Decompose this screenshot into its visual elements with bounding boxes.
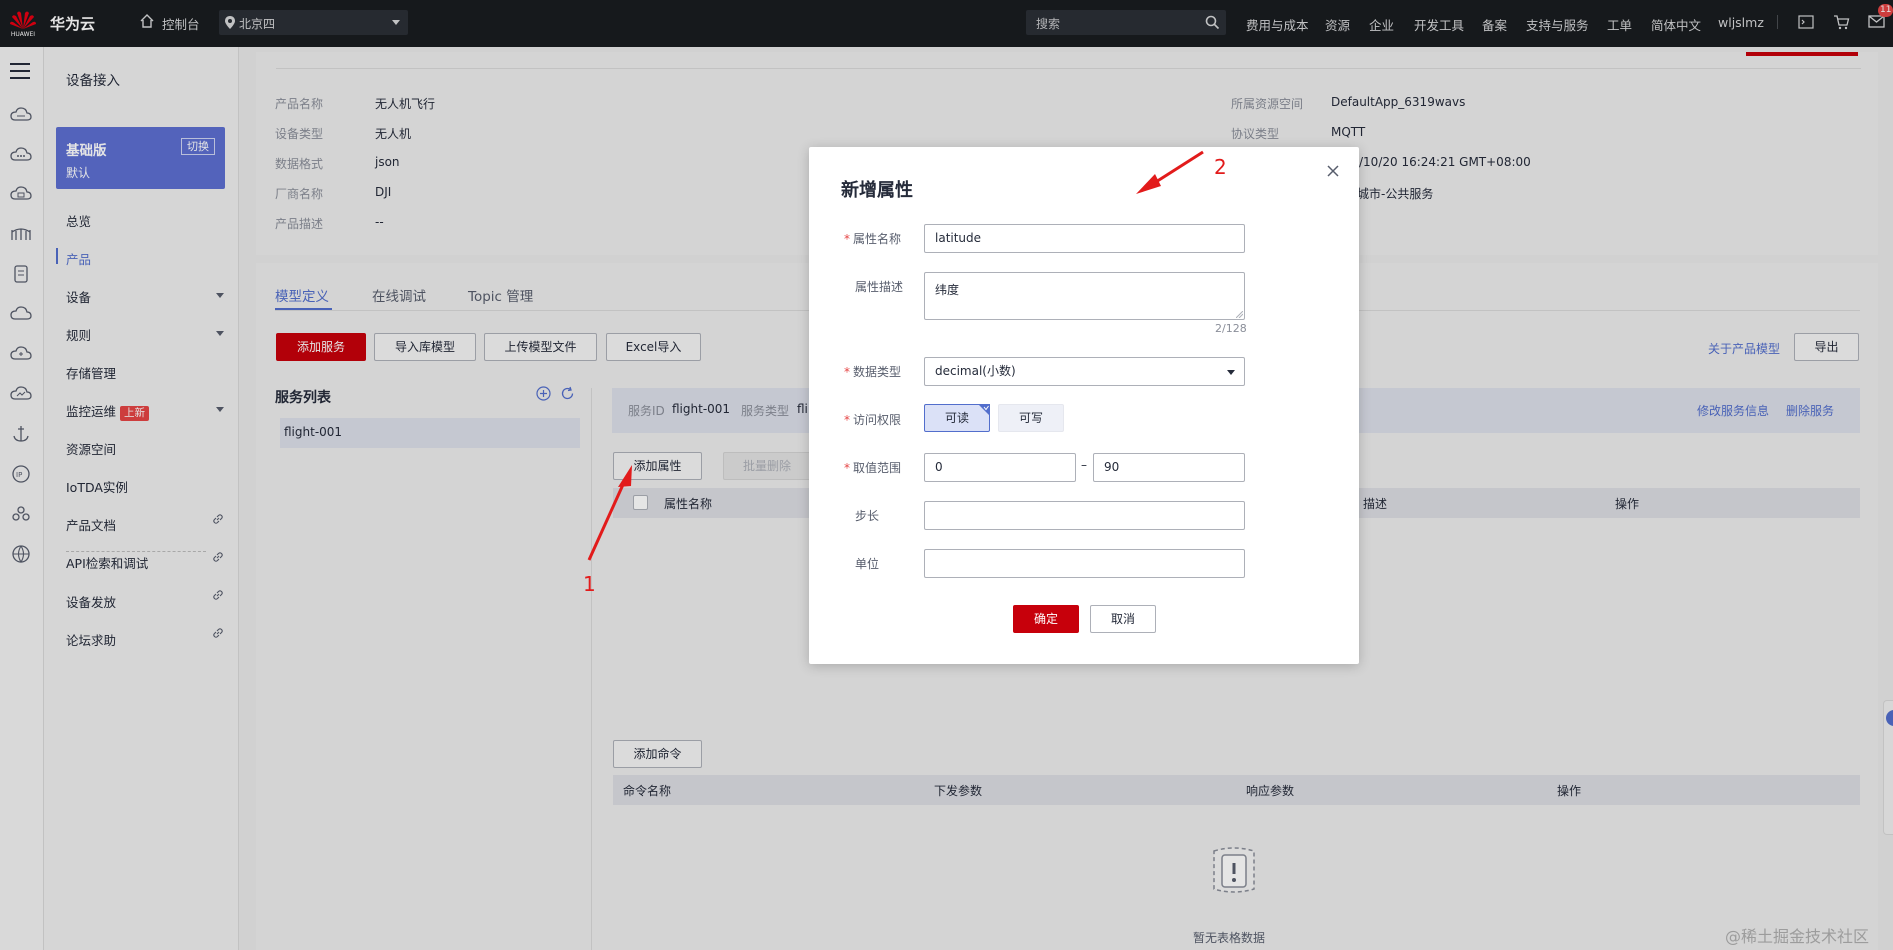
step-label: 步长 [855,509,880,523]
confirm-button[interactable]: 确定 [1013,605,1079,633]
data-type-select[interactable]: decimal(小数) [924,357,1245,386]
property-desc-textarea[interactable]: 纬度 [924,272,1245,320]
property-name-label: * 属性名称 [844,232,902,246]
unit-label: 单位 [855,557,880,571]
data-type-label: * 数据类型 [844,365,902,379]
data-type-value: decimal(小数) [935,364,1016,378]
chevron-down-icon [1227,370,1235,375]
property-desc-label: 属性描述 [855,280,904,294]
annotation-label-1: 1 [583,572,596,596]
range-separator: – [1081,458,1087,472]
resize-handle-icon[interactable] [1236,311,1243,318]
watermark: @稀土掘金技术社区 [1725,927,1870,946]
close-icon[interactable] [1325,163,1341,179]
access-label: * 访问权限 [844,413,902,427]
range-min-input[interactable]: 0 [924,453,1076,482]
selected-check-icon [978,404,990,416]
char-counter: 2/128 [1215,322,1247,335]
cancel-button[interactable]: 取消 [1090,605,1156,633]
add-property-dialog: 新增属性 * 属性名称 latitude 属性描述 纬度 2/128 * 数据类型 … [809,147,1359,664]
step-input[interactable] [924,501,1245,530]
readable-toggle[interactable]: 可读 [924,404,990,432]
readable-label: 可读 [944,411,969,425]
property-name-input[interactable]: latitude [924,224,1245,253]
writable-toggle[interactable]: 可写 [998,404,1064,432]
annotation-label-2: 2 [1214,155,1227,179]
dialog-title: 新增属性 [841,180,913,201]
range-max-input[interactable]: 90 [1093,453,1245,482]
unit-input[interactable] [924,549,1245,578]
value-range-label: * 取值范围 [844,461,902,475]
